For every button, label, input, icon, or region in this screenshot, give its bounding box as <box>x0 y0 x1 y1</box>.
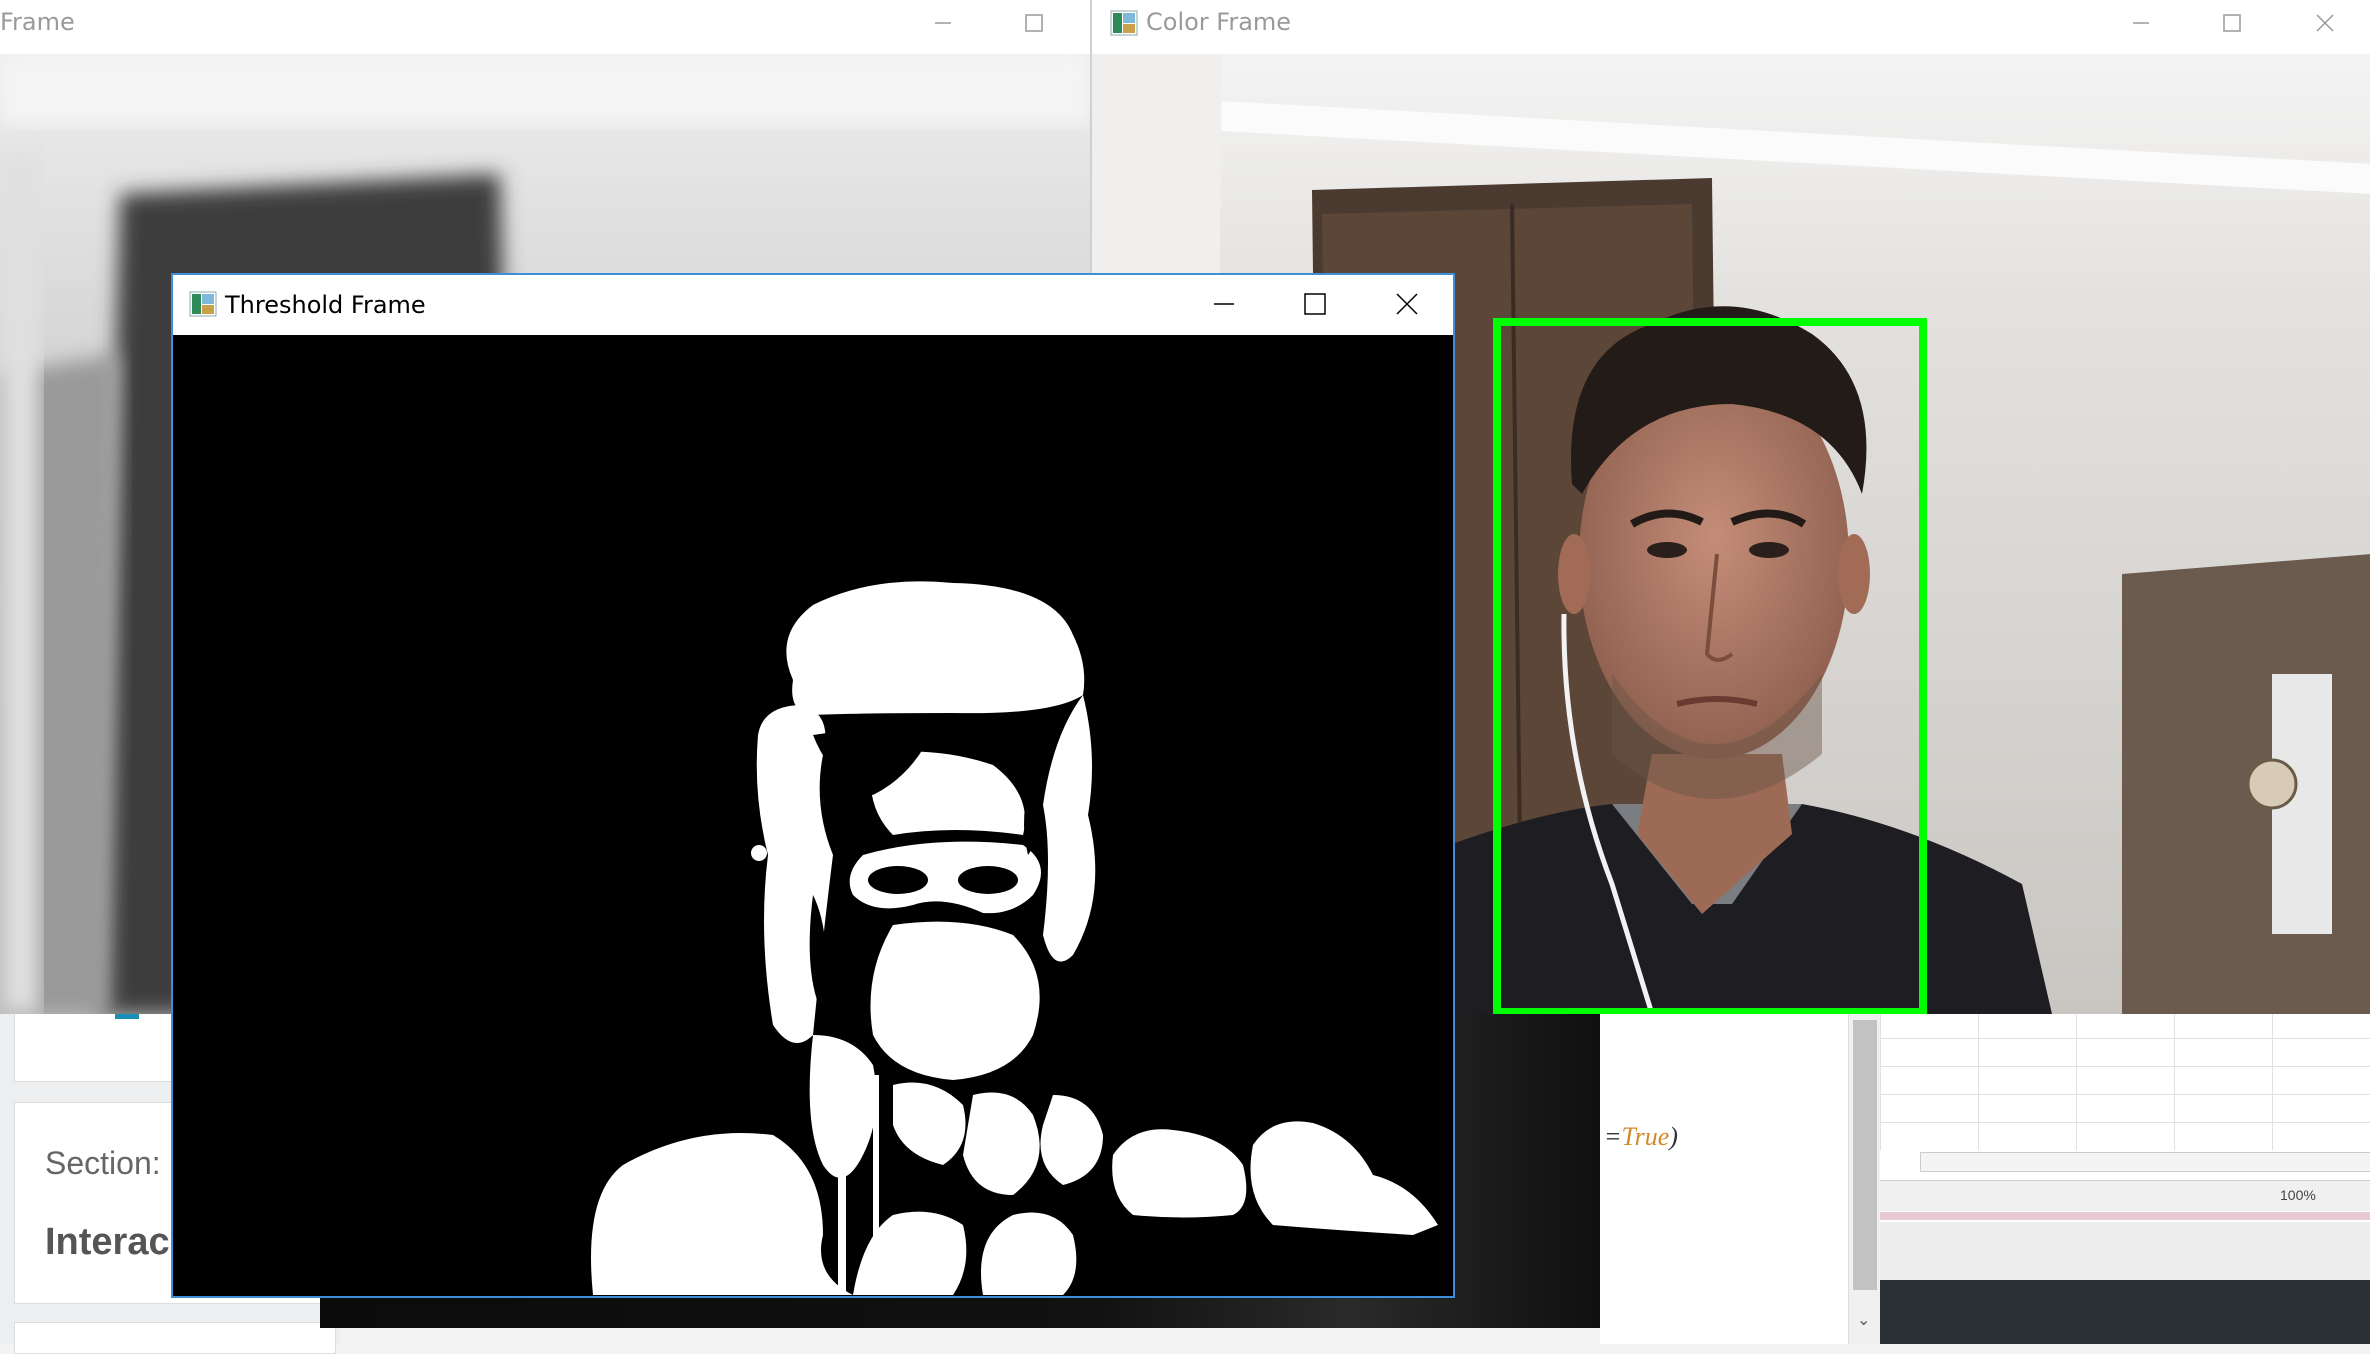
opencv-app-icon <box>1110 10 1138 36</box>
color-frame-window-title: Color Frame <box>1146 8 1292 36</box>
scroll-down-arrow-icon[interactable]: ⌄ <box>1857 1310 1870 1329</box>
zoom-level[interactable]: 100% <box>2280 1187 2316 1203</box>
editor-scrollbar[interactable]: ⌄ <box>1848 1010 1881 1344</box>
taskbar-dark <box>1880 1280 2370 1344</box>
threshold-frame-window: Threshold Frame <box>171 273 1455 1298</box>
frame-titlebar[interactable]: Frame <box>0 0 1090 54</box>
maximize-icon <box>1025 14 1043 32</box>
threshold-frame-close-button[interactable] <box>1376 281 1438 327</box>
color-frame-maximize-button[interactable] <box>2201 0 2263 46</box>
interactive-label: Interac <box>45 1221 170 1263</box>
code-operator: = <box>1604 1122 1622 1151</box>
threshold-frame-maximize-button[interactable] <box>1284 281 1346 327</box>
color-frame-minimize-button[interactable] <box>2110 0 2172 46</box>
maximize-icon <box>1304 293 1326 315</box>
background-spreadsheet: 100% <box>1880 1010 2370 1344</box>
opencv-app-icon <box>189 291 217 317</box>
code-paren: ) <box>1669 1122 1678 1151</box>
spreadsheet-pink-bar <box>1880 1212 2370 1220</box>
close-icon <box>2316 14 2334 32</box>
minimize-icon <box>935 22 951 24</box>
minimize-icon <box>1214 303 1234 305</box>
frame-minimize-button[interactable] <box>912 0 974 46</box>
section-label: Section: 1 <box>45 1145 188 1181</box>
background-card-3 <box>14 1322 336 1354</box>
color-frame-titlebar[interactable]: Color Frame <box>1092 0 2370 54</box>
close-icon <box>1396 293 1418 315</box>
spreadsheet-grid <box>1880 1010 2370 1150</box>
spreadsheet-lower <box>1880 1222 2370 1280</box>
maximize-icon <box>2223 14 2241 32</box>
code-line: =True) <box>1604 1122 1678 1152</box>
editor-scrollbar-thumb[interactable] <box>1853 1020 1877 1290</box>
threshold-frame-window-title: Threshold Frame <box>225 291 426 319</box>
frame-maximize-button[interactable] <box>1003 0 1065 46</box>
threshold-video-feed <box>173 335 1453 1296</box>
spreadsheet-hscroll[interactable] <box>1920 1152 2370 1172</box>
minimize-icon <box>2133 22 2149 24</box>
threshold-frame-minimize-button[interactable] <box>1193 281 1255 327</box>
frame-window-title: Frame <box>0 8 75 36</box>
spreadsheet-statusbar: 100% <box>1880 1180 2370 1211</box>
threshold-frame-titlebar[interactable]: Threshold Frame <box>173 275 1453 334</box>
color-frame-close-button[interactable] <box>2294 0 2356 46</box>
background-code-editor: =True) ⌄ <box>1600 1010 1881 1344</box>
code-keyword-true: True <box>1621 1122 1670 1151</box>
threshold-mask-image <box>173 335 1453 1296</box>
